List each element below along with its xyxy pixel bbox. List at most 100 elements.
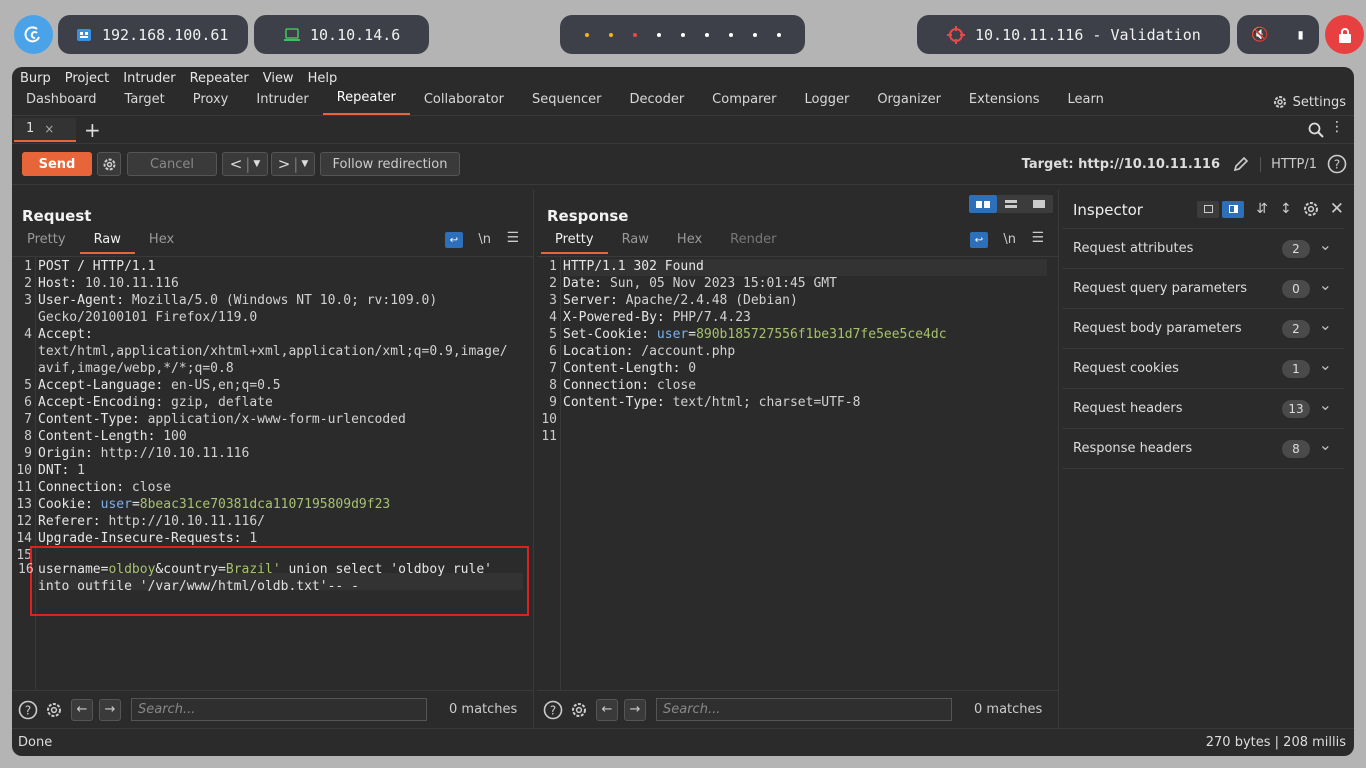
collapse-all-icon[interactable]: ↕ xyxy=(1280,201,1292,217)
tab-decoder[interactable]: Decoder xyxy=(615,92,698,115)
mute-icon[interactable]: 🔇 xyxy=(1251,27,1268,43)
more-options-icon[interactable]: ⋮ xyxy=(1330,119,1344,135)
request-search-input[interactable]: Search... xyxy=(131,698,427,721)
menu-burp[interactable]: Burp xyxy=(20,71,51,86)
chevron-down-icon[interactable]: ⌄ xyxy=(1319,395,1332,414)
response-tab-render[interactable]: Render xyxy=(716,232,790,254)
menu-help[interactable]: Help xyxy=(308,71,338,86)
tab-dashboard[interactable]: Dashboard xyxy=(12,92,111,115)
search-icon[interactable] xyxy=(1308,122,1324,138)
chevron-down-icon[interactable]: ⌄ xyxy=(1319,275,1332,294)
layout-tabs-icon[interactable] xyxy=(1025,195,1053,213)
tab-extensions[interactable]: Extensions xyxy=(955,92,1054,115)
lock-icon[interactable]: ▮ xyxy=(1297,27,1305,43)
expand-all-icon[interactable]: ⇵ xyxy=(1256,201,1268,217)
response-tab-pretty[interactable]: Pretty xyxy=(541,232,608,254)
gear-icon[interactable] xyxy=(45,701,63,719)
request-editor[interactable]: 1 POST / HTTP/1.1 2 Host: 10.10.11.116 3 User… xyxy=(12,256,533,690)
response-tab-hex[interactable]: Hex xyxy=(663,232,716,254)
wrap-lines-icon[interactable]: ↩ xyxy=(445,232,463,248)
tab-sequencer[interactable]: Sequencer xyxy=(518,92,615,115)
tab-learn[interactable]: Learn xyxy=(1054,92,1118,115)
layout-side-by-side-icon[interactable] xyxy=(969,195,997,213)
inspector-section-row[interactable]: Response headers 8 ⌄ xyxy=(1062,429,1344,469)
inspector-section-row[interactable]: Request attributes 2 ⌄ xyxy=(1062,229,1344,269)
prev-match-button[interactable]: ← xyxy=(596,698,618,721)
inspector-section-label: Request headers xyxy=(1073,401,1183,416)
inspector-section-row[interactable]: Request query parameters 0 ⌄ xyxy=(1062,269,1344,309)
tab-repeater[interactable]: Repeater xyxy=(322,90,410,115)
tab-comparer[interactable]: Comparer xyxy=(698,92,790,115)
workspace-dot-3[interactable] xyxy=(632,32,637,37)
workspace-dot-7[interactable] xyxy=(728,32,733,37)
tab-organizer[interactable]: Organizer xyxy=(863,92,955,115)
help-icon[interactable]: ? xyxy=(543,700,563,720)
workspace-dot-5[interactable] xyxy=(680,32,685,37)
menu-repeater[interactable]: Repeater xyxy=(190,71,249,86)
response-tab-raw[interactable]: Raw xyxy=(608,232,663,254)
chevron-down-icon[interactable]: ⌄ xyxy=(1319,235,1332,254)
edit-pencil-icon[interactable] xyxy=(1232,155,1250,173)
workspace-dot-2[interactable] xyxy=(608,32,613,37)
prev-match-button[interactable]: ← xyxy=(71,698,93,721)
power-button[interactable] xyxy=(1325,15,1364,54)
close-inspector-icon[interactable]: ✕ xyxy=(1330,199,1344,219)
inspector-section-row[interactable]: Request body parameters 2 ⌄ xyxy=(1062,309,1344,349)
menu-project[interactable]: Project xyxy=(65,71,109,86)
code-line: text/html,application/xhtml+xml,applicat… xyxy=(38,344,508,359)
tab-logger[interactable]: Logger xyxy=(791,92,864,115)
cancel-button[interactable]: Cancel xyxy=(127,152,217,176)
workspace-dot-1[interactable] xyxy=(584,32,589,37)
close-tab-icon[interactable]: × xyxy=(44,122,54,136)
workspace-dot-6[interactable] xyxy=(704,32,709,37)
repeater-tab-1[interactable]: 1 × xyxy=(14,117,76,142)
tab-intruder[interactable]: Intruder xyxy=(242,92,322,115)
gear-icon[interactable] xyxy=(570,701,588,719)
tab-collaborator[interactable]: Collaborator xyxy=(410,92,518,115)
chevron-down-icon[interactable]: ⌄ xyxy=(1319,355,1332,374)
hamburger-menu-icon[interactable]: ☰ xyxy=(1031,230,1044,246)
newline-toggle[interactable]: \n xyxy=(1003,232,1016,247)
send-button[interactable]: Send xyxy=(22,152,92,176)
workspace-switcher[interactable] xyxy=(560,15,805,54)
request-tab-raw[interactable]: Raw xyxy=(79,232,135,254)
hamburger-menu-icon[interactable]: ☰ xyxy=(506,230,519,246)
add-tab-button[interactable]: + xyxy=(84,118,101,142)
chevron-down-icon[interactable]: ⌄ xyxy=(1319,315,1332,334)
body-line: 16 username=oldboy&country=Brazil' union… xyxy=(18,562,492,594)
inspector-section-row[interactable]: Request headers 13 ⌄ xyxy=(1062,389,1344,429)
tab-proxy[interactable]: Proxy xyxy=(179,92,243,115)
help-icon[interactable]: ? xyxy=(1327,154,1347,174)
workspace-dot-4[interactable] xyxy=(656,32,661,37)
inspector-section-row[interactable]: Request cookies 1 ⌄ xyxy=(1062,349,1344,389)
follow-redirection-button[interactable]: Follow redirection xyxy=(320,152,460,176)
app-launcher-button[interactable] xyxy=(14,15,53,54)
next-match-button[interactable]: → xyxy=(99,698,121,721)
back-button[interactable]: < | ▼ xyxy=(222,152,268,176)
send-options-button[interactable] xyxy=(97,152,121,176)
tab-target[interactable]: Target xyxy=(111,92,179,115)
wrap-lines-icon[interactable]: ↩ xyxy=(970,232,988,248)
response-editor[interactable]: 1 HTTP/1.1 302 Found 2 Date: Sun, 05 Nov 20… xyxy=(537,256,1058,690)
ip-pill-vpn[interactable]: 10.10.14.6 xyxy=(254,15,429,54)
inspector-layout-right-icon[interactable] xyxy=(1222,200,1245,218)
settings-button[interactable]: Settings xyxy=(1272,94,1346,110)
http-version-label[interactable]: HTTP/1 xyxy=(1260,156,1317,172)
menu-view[interactable]: View xyxy=(263,71,294,86)
next-match-button[interactable]: → xyxy=(624,698,646,721)
newline-toggle[interactable]: \n xyxy=(478,232,491,247)
workspace-dot-9[interactable] xyxy=(776,32,781,37)
workspace-dot-8[interactable] xyxy=(752,32,757,37)
forward-button[interactable]: > | ▼ xyxy=(271,152,315,176)
menu-intruder[interactable]: Intruder xyxy=(123,71,175,86)
gear-icon[interactable] xyxy=(1302,200,1320,218)
ip-pill-local[interactable]: 192.168.100.61 xyxy=(58,15,248,54)
layout-stacked-icon[interactable] xyxy=(997,195,1025,213)
help-icon[interactable]: ? xyxy=(18,700,38,720)
target-pill[interactable]: 10.10.11.116 - Validation xyxy=(917,15,1230,54)
request-tab-pretty[interactable]: Pretty xyxy=(13,232,80,254)
chevron-down-icon[interactable]: ⌄ xyxy=(1319,435,1332,454)
request-tab-hex[interactable]: Hex xyxy=(135,232,188,254)
response-search-input[interactable]: Search... xyxy=(656,698,952,721)
inspector-layout-left-icon[interactable] xyxy=(1197,200,1220,218)
